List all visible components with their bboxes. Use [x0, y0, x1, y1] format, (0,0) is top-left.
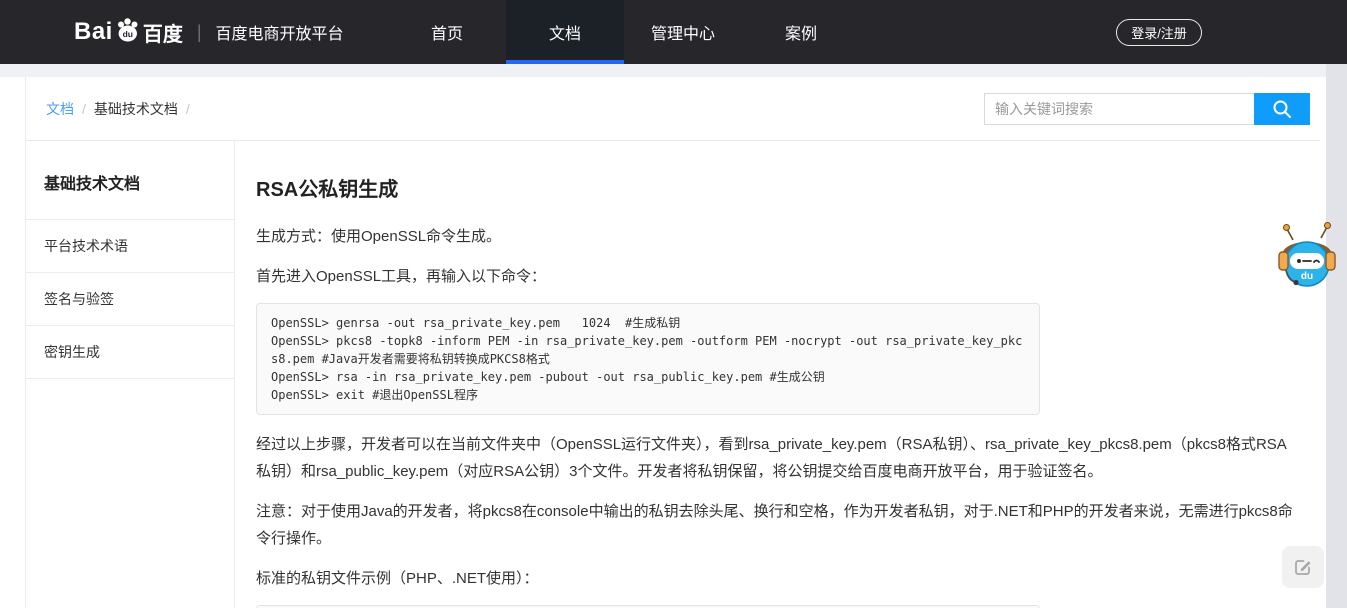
code-block-openssl-commands: OpenSSL> genrsa -out rsa_private_key.pem…	[256, 303, 1040, 415]
search-input[interactable]	[984, 93, 1254, 125]
search-icon	[1270, 97, 1294, 121]
page-title: RSA公私钥生成	[256, 177, 1300, 203]
breadcrumb-current: 基础技术文档	[94, 99, 178, 119]
edit-icon	[1293, 557, 1313, 577]
search-box	[984, 93, 1310, 125]
article-main: RSA公私钥生成 生成方式：使用OpenSSL命令生成。 首先进入OpenSSL…	[235, 141, 1320, 608]
breadcrumb-separator: /	[82, 101, 86, 117]
body-row: 基础技术文档 平台技术术语 签名与验签 密钥生成 RSA公私钥生成 生成方式：使…	[26, 141, 1320, 608]
content-container: 文档 / 基础技术文档 / 基础技术文档 平台技术术语 签名与验签 密钥生	[25, 77, 1320, 608]
sidebar-item-sign-verify[interactable]: 签名与验签	[26, 273, 234, 326]
baidu-paw-icon: du	[114, 17, 142, 43]
logo-text-brand: 百度	[143, 18, 183, 47]
paragraph-openssl-intro: 首先进入OpenSSL工具，再输入以下命令：	[256, 263, 1300, 290]
sidebar: 基础技术文档 平台技术术语 签名与验签 密钥生成	[26, 141, 235, 608]
breadcrumb-separator: /	[186, 101, 190, 117]
paragraph-java-note: 注意：对于使用Java的开发者，将pkcs8在console中输出的私钥去除头尾…	[256, 498, 1300, 552]
breadcrumb-docs-link[interactable]: 文档	[46, 99, 74, 119]
paragraph-result-files: 经过以上步骤，开发者可以在当前文件夹中（OpenSSL运行文件夹），看到rsa_…	[256, 431, 1300, 485]
nav-item-docs[interactable]: 文档	[506, 0, 624, 64]
svg-text:du: du	[122, 29, 132, 39]
breadcrumb: 文档 / 基础技术文档 /	[46, 99, 190, 119]
site-name: 百度电商开放平台	[216, 20, 344, 44]
sidebar-item-key-generation[interactable]: 密钥生成	[26, 326, 234, 379]
nav-item-home[interactable]: 首页	[388, 0, 506, 64]
feedback-edit-button[interactable]	[1282, 546, 1324, 588]
nav-item-cases[interactable]: 案例	[742, 0, 860, 64]
page-background-band	[0, 64, 1347, 77]
scrollbar-track[interactable]	[1326, 64, 1347, 608]
nav-item-console[interactable]: 管理中心	[624, 0, 742, 64]
paragraph-generation-method: 生成方式：使用OpenSSL命令生成。	[256, 223, 1300, 250]
breadcrumb-row: 文档 / 基础技术文档 /	[26, 77, 1320, 141]
du-mascot-robot[interactable]: du	[1278, 222, 1336, 302]
logo-text-bai: Bai	[74, 18, 113, 46]
baidu-logo[interactable]: Bai du 百度 | 百度电商开放平台	[74, 0, 344, 64]
logo-divider: |	[197, 22, 202, 43]
sidebar-item-platform-terms[interactable]: 平台技术术语	[26, 220, 234, 273]
svg-text:du: du	[1301, 271, 1313, 282]
top-navbar: Bai du 百度 | 百度电商开放平台 首页 文档 管理中心 案例 登录/注册	[0, 0, 1347, 64]
login-register-button[interactable]: 登录/注册	[1116, 19, 1202, 46]
search-button[interactable]	[1254, 93, 1310, 125]
sidebar-title: 基础技术文档	[26, 141, 234, 220]
main-nav: 首页 文档 管理中心 案例	[388, 0, 860, 64]
paragraph-private-key-example: 标准的私钥文件示例（PHP、.NET使用）：	[256, 565, 1300, 592]
